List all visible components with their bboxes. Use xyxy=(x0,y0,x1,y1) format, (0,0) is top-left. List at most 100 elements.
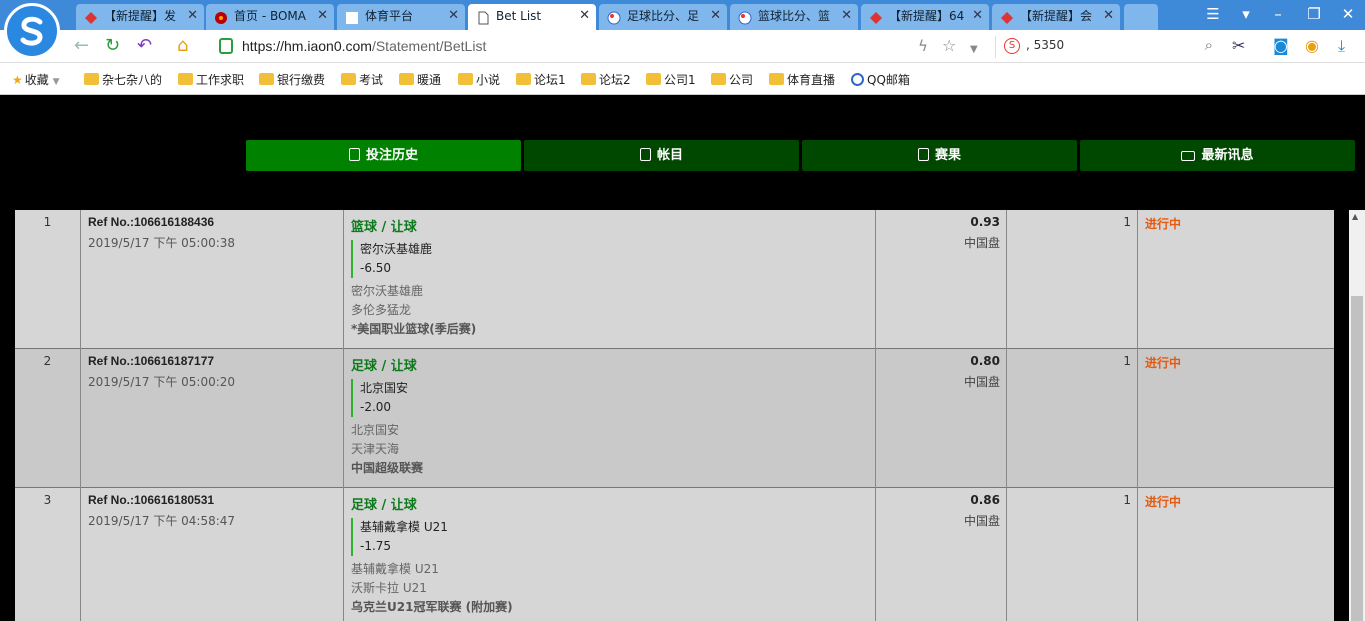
translate-icon[interactable]: ◙ xyxy=(1273,36,1289,56)
bookmark-folder[interactable]: 小说 xyxy=(458,71,500,88)
close-icon[interactable]: ✕ xyxy=(841,4,852,28)
folder-icon xyxy=(399,73,414,85)
bookmark-folder[interactable]: 论坛2 xyxy=(581,71,631,88)
market-type: 中国盘 xyxy=(963,236,1000,250)
tab-0[interactable]: 【新提醒】发 ✕ xyxy=(76,4,204,30)
skin-icon[interactable]: ▾ xyxy=(1236,5,1256,23)
minimize-icon[interactable]: – xyxy=(1268,5,1288,23)
menu-icon[interactable]: ☰ xyxy=(1203,5,1223,23)
bookmark-folder[interactable]: 论坛1 xyxy=(516,71,566,88)
nav-label: 最新讯息 xyxy=(1201,148,1254,163)
back-icon[interactable]: ← xyxy=(74,36,89,56)
vertical-scrollbar[interactable]: ▲ xyxy=(1349,210,1365,621)
address-toolbar: ← ↻ ↶ ⌂ https://hm.iaon0.com/Statement/B… xyxy=(0,30,1365,63)
sport-type: 篮球 / 让球 xyxy=(351,220,417,235)
folder-icon xyxy=(341,73,356,85)
market-type: 中国盘 xyxy=(963,375,1000,389)
ref-cell: Ref No.:106616188436 2019/5/17 下午 05:00:… xyxy=(81,210,344,349)
odds-cell: 0.93 中国盘 xyxy=(876,210,1007,349)
folder-icon xyxy=(769,73,784,85)
selection-team: 基辅戴拿模 U21 xyxy=(360,520,448,534)
close-icon[interactable]: ✕ xyxy=(317,4,328,28)
tab-messages[interactable]: 最新讯息 xyxy=(1080,140,1355,171)
selection-team: 北京国安 xyxy=(360,381,409,395)
close-icon[interactable]: ✕ xyxy=(1103,4,1114,28)
ref-number: Ref No.:106616187177 xyxy=(88,354,215,368)
new-tab-button[interactable] xyxy=(1124,4,1158,30)
bookmark-folder[interactable]: 暖通 xyxy=(399,71,441,88)
secure-shield-icon xyxy=(219,38,233,54)
star-icon[interactable]: ☆ xyxy=(942,36,956,56)
close-window-icon[interactable]: ✕ xyxy=(1338,5,1358,23)
more-icon[interactable]: ◉ xyxy=(1305,36,1319,56)
bookmark-folder[interactable]: 公司1 xyxy=(646,71,696,88)
close-icon[interactable]: ✕ xyxy=(579,4,590,28)
close-icon[interactable]: ✕ xyxy=(972,4,983,28)
bet-list-table: 1 Ref No.:106616188436 2019/5/17 下午 05:0… xyxy=(15,210,1334,621)
bookmarks-bar: ★ 收藏 ▼ 杂七杂八的 工作求职 银行缴费 考试 暖通 小说 论坛1 论坛2 公… xyxy=(0,63,1365,95)
tab-bet-history[interactable]: 投注历史 xyxy=(246,140,521,171)
away-team: 沃斯卡拉 U21 xyxy=(351,581,427,595)
tab-label: 【新提醒】64 xyxy=(889,9,965,23)
tab-6[interactable]: 【新提醒】64 ✕ xyxy=(861,4,989,30)
bookmark-folder[interactable]: 工作求职 xyxy=(178,71,244,88)
bookmark-folder[interactable]: 杂七杂八的 xyxy=(84,71,162,88)
row-number: 1 xyxy=(15,210,81,349)
search-input[interactable]: , 5350 xyxy=(1026,38,1064,52)
close-icon[interactable]: ✕ xyxy=(187,4,198,28)
url-bar[interactable]: https://hm.iaon0.com/Statement/BetList xyxy=(216,34,986,58)
search-icon[interactable]: ⌕ xyxy=(1205,36,1213,54)
tab-2[interactable]: 体育平台 ✕ xyxy=(337,4,465,30)
tab-3[interactable]: Bet List ✕ xyxy=(468,4,596,30)
scrollbar-thumb[interactable] xyxy=(1351,296,1363,621)
stake-value: 1 xyxy=(1007,210,1138,349)
bookmark-folder[interactable]: 银行缴费 xyxy=(259,71,325,88)
refresh-icon[interactable]: ↻ xyxy=(105,36,120,56)
tab-7[interactable]: 【新提醒】会 ✕ xyxy=(992,4,1120,30)
bookmark-label: 暖通 xyxy=(417,73,442,87)
diamond-icon xyxy=(84,9,98,24)
url-text[interactable]: https://hm.iaon0.com/Statement/BetList xyxy=(242,38,486,54)
bookmark-label: 公司 xyxy=(729,73,754,87)
page-content: 投注历史 帐目 赛果 最新讯息 1 Ref No.:106616188436 2… xyxy=(0,96,1365,621)
market-type: 中国盘 xyxy=(963,514,1000,528)
folder-icon xyxy=(259,73,274,85)
status-badge: 进行中 xyxy=(1145,217,1182,231)
scissors-icon[interactable]: ✂ xyxy=(1232,36,1245,56)
selection: 基辅戴拿模 U21 -1.75 xyxy=(351,518,868,556)
url-host: https://hm.iaon0.com xyxy=(242,38,372,54)
tab-1[interactable]: 首页 - BOMA ✕ xyxy=(206,4,334,30)
match-teams: 密尔沃基雄鹿 多伦多猛龙 xyxy=(351,282,868,320)
download-icon[interactable]: ⤓ xyxy=(1338,36,1345,56)
odds-cell: 0.80 中国盘 xyxy=(876,349,1007,488)
stake-value: 1 xyxy=(1007,349,1138,488)
tab-statement[interactable]: 帐目 xyxy=(524,140,799,171)
tab-results[interactable]: 赛果 xyxy=(802,140,1077,171)
bookmark-qqmail[interactable]: QQ邮箱 xyxy=(851,71,910,88)
bookmark-label: 小说 xyxy=(476,73,501,87)
bookmark-folder[interactable]: 体育直播 xyxy=(769,71,835,88)
bet-detail: 足球 / 让球 基辅戴拿模 U21 -1.75 基辅戴拿模 U21 沃斯卡拉 U… xyxy=(344,488,876,621)
search-box[interactable]: S , 5350 ⌕ xyxy=(995,36,1215,58)
tab-5[interactable]: 篮球比分、篮 ✕ xyxy=(730,4,858,30)
close-icon[interactable]: ✕ xyxy=(448,4,459,28)
bookmark-folder[interactable]: 考试 xyxy=(341,71,383,88)
ref-number: Ref No.:106616188436 xyxy=(88,215,215,229)
tab-4[interactable]: 足球比分、足 ✕ xyxy=(599,4,727,30)
restore-icon[interactable]: ❐ xyxy=(1304,5,1324,23)
scroll-up-icon[interactable]: ▲ xyxy=(1352,212,1358,221)
chevron-down-icon[interactable]: ▼ xyxy=(970,40,978,60)
bookmark-favorites[interactable]: ★ 收藏 ▼ xyxy=(12,71,60,88)
close-icon[interactable]: ✕ xyxy=(710,4,721,28)
ref-number: Ref No.:106616180531 xyxy=(88,493,215,507)
bookmark-label: 论坛2 xyxy=(599,73,631,87)
lightning-icon[interactable]: ϟ xyxy=(918,36,928,56)
home-icon[interactable]: ⌂ xyxy=(177,36,188,56)
bookmark-folder[interactable]: 公司 xyxy=(711,71,753,88)
browser-logo-icon[interactable] xyxy=(4,3,60,59)
undo-icon[interactable]: ↶ xyxy=(137,36,152,56)
odds-value: 0.93 xyxy=(970,215,1000,229)
diamond-icon xyxy=(869,9,883,24)
away-team: 多伦多猛龙 xyxy=(351,303,412,317)
tab-label: 首页 - BOMA xyxy=(234,9,306,23)
